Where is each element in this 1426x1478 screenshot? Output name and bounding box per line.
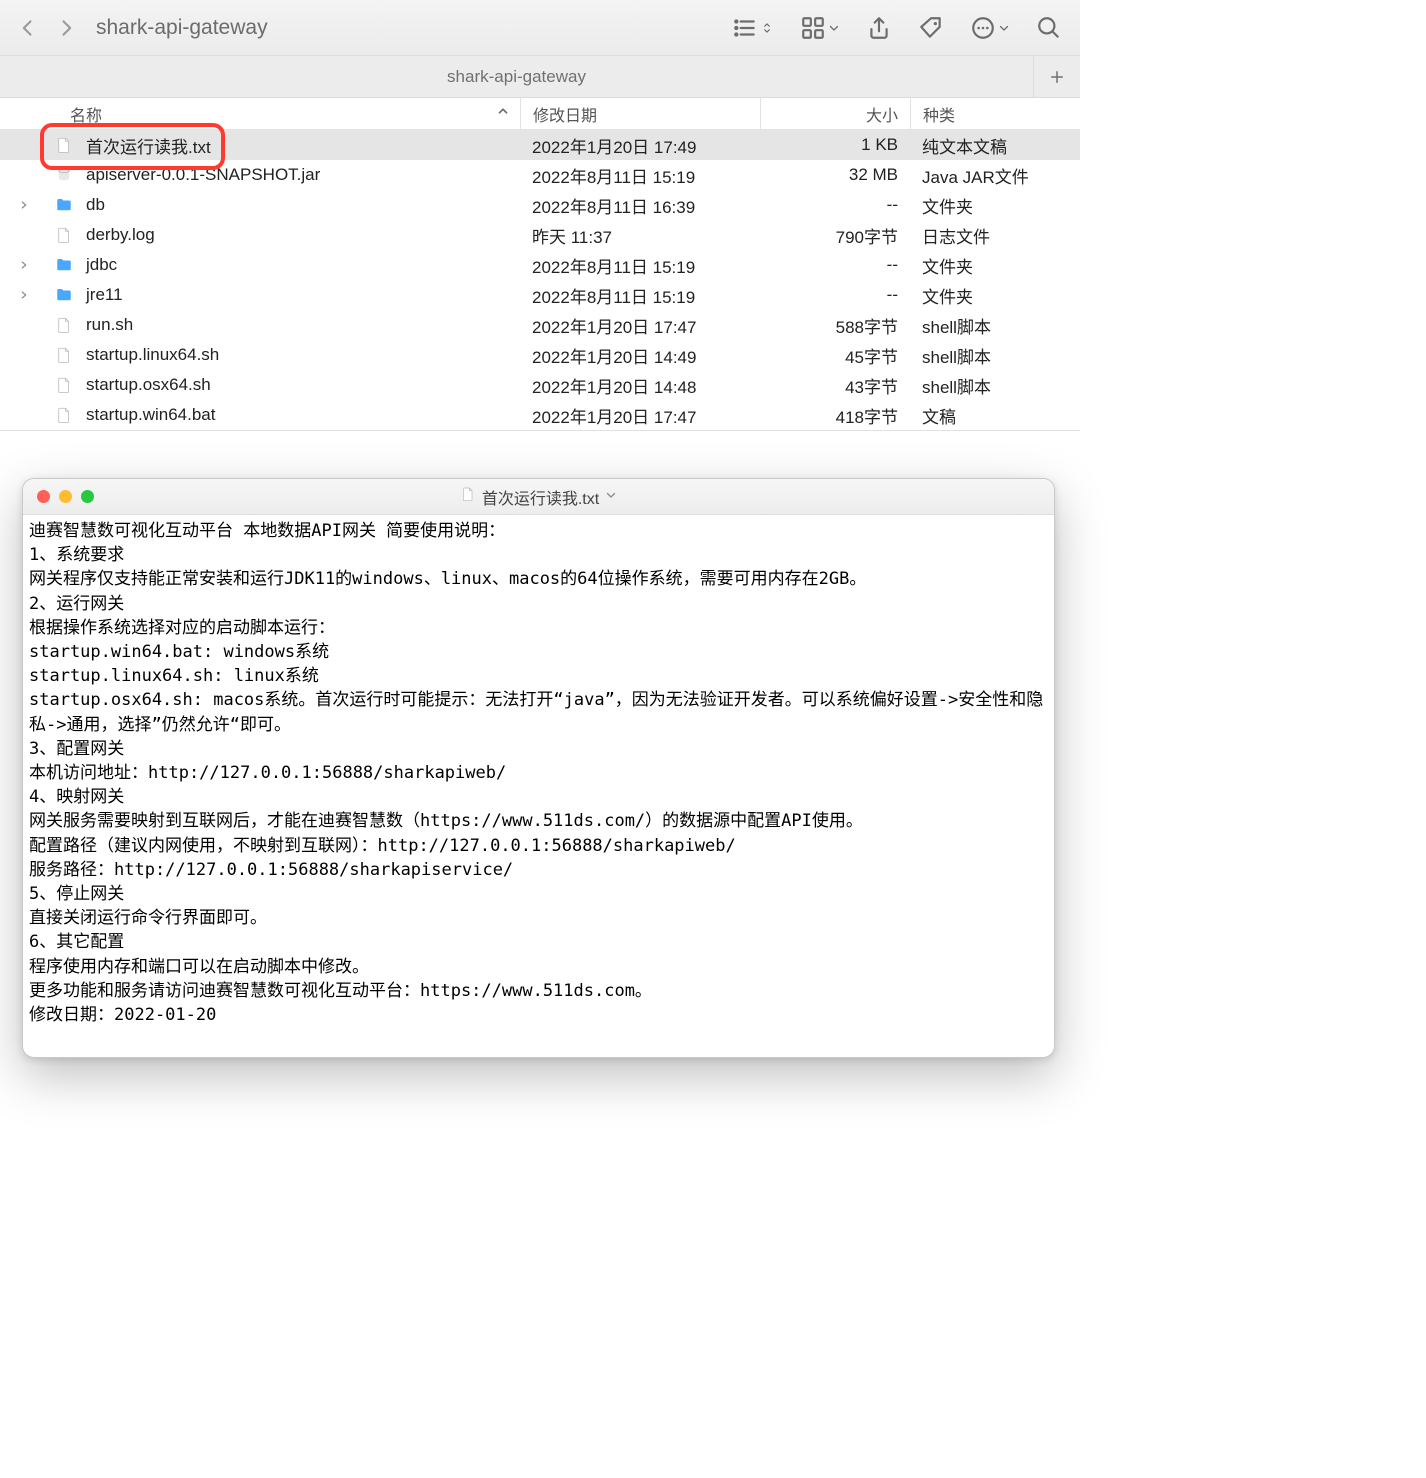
file-kind: shell脚本 xyxy=(910,313,1080,338)
file-date: 2022年1月20日 17:49 xyxy=(520,133,760,158)
file-kind: 纯文本文稿 xyxy=(910,133,1080,158)
file-row[interactable]: startup.linux64.sh 2022年1月20日 14:4945字节sh… xyxy=(0,340,1080,370)
file-date: 2022年8月11日 15:19 xyxy=(520,163,760,188)
file-date: 2022年1月20日 14:49 xyxy=(520,343,760,368)
tab-label: shark-api-gateway xyxy=(447,67,586,87)
document-title: 首次运行读我.txt xyxy=(482,485,599,509)
file-kind: 文件夹 xyxy=(910,283,1080,308)
file-name: apiserver-0.0.1-SNAPSHOT.jar xyxy=(86,165,320,185)
textedit-window: 首次运行读我.txt 迪赛智慧数可视化互动平台 本地数据API网关 简要使用说明… xyxy=(22,478,1055,1058)
file-size: -- xyxy=(760,195,910,215)
file-row[interactable]: db 2022年8月11日 16:39--文件夹 xyxy=(0,190,1080,220)
document-icon xyxy=(460,486,476,507)
back-button[interactable] xyxy=(18,18,38,38)
file-row[interactable]: jre11 2022年8月11日 15:19--文件夹 xyxy=(0,280,1080,310)
bat-icon xyxy=(54,405,74,425)
jar-icon xyxy=(54,165,74,185)
window-minimize-button[interactable] xyxy=(59,490,72,503)
file-list: 首次运行读我.txt2022年1月20日 17:491 KB纯文本文稿apise… xyxy=(0,130,1080,430)
document-body[interactable]: 迪赛智慧数可视化互动平台 本地数据API网关 简要使用说明： 1、系统要求 网关… xyxy=(23,515,1054,1057)
file-kind: Java JAR文件 xyxy=(910,163,1080,188)
group-by-button[interactable] xyxy=(800,15,840,41)
file-date: 2022年8月11日 16:39 xyxy=(520,193,760,218)
disclosure-triangle-icon[interactable] xyxy=(18,260,30,270)
folder-icon xyxy=(54,195,74,215)
finder-window: shark-api-gateway shark-api-gateway 名称 xyxy=(0,0,1080,431)
file-size: 43字节 xyxy=(760,373,910,398)
shell-icon xyxy=(54,345,74,365)
file-kind: 文稿 xyxy=(910,403,1080,428)
file-date: 昨天 11:37 xyxy=(520,223,760,248)
file-date: 2022年8月11日 15:19 xyxy=(520,253,760,278)
column-headers: 名称 修改日期 大小 种类 xyxy=(0,98,1080,130)
file-date: 2022年1月20日 17:47 xyxy=(520,313,760,338)
finder-tabbar: shark-api-gateway xyxy=(0,56,1080,98)
finder-toolbar: shark-api-gateway xyxy=(0,0,1080,56)
file-name: startup.linux64.sh xyxy=(86,345,219,365)
file-row[interactable]: jdbc 2022年8月11日 15:19--文件夹 xyxy=(0,250,1080,280)
shell-icon xyxy=(54,375,74,395)
file-row[interactable]: startup.win64.bat 2022年1月20日 17:47418字节文稿 xyxy=(0,400,1080,430)
file-row[interactable]: apiserver-0.0.1-SNAPSHOT.jar 2022年8月11日 1… xyxy=(0,160,1080,190)
column-header-kind[interactable]: 种类 xyxy=(910,98,1080,129)
file-size: 790字节 xyxy=(760,223,910,248)
file-size: -- xyxy=(760,255,910,275)
file-kind: 文件夹 xyxy=(910,193,1080,218)
sort-indicator-icon xyxy=(496,104,510,123)
tags-button[interactable] xyxy=(918,15,944,41)
disclosure-triangle-icon[interactable] xyxy=(18,290,30,300)
file-size: 588字节 xyxy=(760,313,910,338)
title-menu-chevron-icon xyxy=(605,488,617,506)
file-name: db xyxy=(86,195,105,215)
folder-icon xyxy=(54,285,74,305)
file-size: 1 KB xyxy=(760,135,910,155)
file-name: startup.osx64.sh xyxy=(86,375,211,395)
file-name: 首次运行读我.txt xyxy=(86,133,211,158)
file-name: run.sh xyxy=(86,315,133,335)
file-size: -- xyxy=(760,285,910,305)
file-row[interactable]: run.sh 2022年1月20日 17:47588字节shell脚本 xyxy=(0,310,1080,340)
file-date: 2022年1月20日 17:47 xyxy=(520,403,760,428)
file-name: derby.log xyxy=(86,225,155,245)
disclosure-triangle-icon[interactable] xyxy=(18,200,30,210)
file-name: jdbc xyxy=(86,255,117,275)
file-size: 45字节 xyxy=(760,343,910,368)
window-zoom-button[interactable] xyxy=(81,490,94,503)
file-name: jre11 xyxy=(86,285,123,305)
column-header-size[interactable]: 大小 xyxy=(760,98,910,129)
window-close-button[interactable] xyxy=(37,490,50,503)
file-size: 32 MB xyxy=(760,165,910,185)
folder-icon xyxy=(54,255,74,275)
file-kind: shell脚本 xyxy=(910,373,1080,398)
column-header-name[interactable]: 名称 xyxy=(0,98,520,129)
column-header-date[interactable]: 修改日期 xyxy=(520,98,760,129)
file-row[interactable]: derby.log 昨天 11:37790字节日志文件 xyxy=(0,220,1080,250)
file-size: 418字节 xyxy=(760,403,910,428)
log-icon xyxy=(54,225,74,245)
file-kind: shell脚本 xyxy=(910,343,1080,368)
file-row[interactable]: startup.osx64.sh 2022年1月20日 14:4843字节shel… xyxy=(0,370,1080,400)
txt-icon xyxy=(54,135,74,155)
file-row[interactable]: 首次运行读我.txt 2022年1月20日 17:491 KB纯文本文稿 xyxy=(0,130,1080,160)
window-title: shark-api-gateway xyxy=(96,16,724,40)
forward-button[interactable] xyxy=(56,18,76,38)
file-kind: 文件夹 xyxy=(910,253,1080,278)
textedit-titlebar[interactable]: 首次运行读我.txt xyxy=(23,479,1054,515)
file-kind: 日志文件 xyxy=(910,223,1080,248)
file-date: 2022年8月11日 15:19 xyxy=(520,283,760,308)
more-actions-button[interactable] xyxy=(970,15,1010,41)
shell-icon xyxy=(54,315,74,335)
view-mode-button[interactable] xyxy=(732,15,774,41)
file-date: 2022年1月20日 14:48 xyxy=(520,373,760,398)
search-button[interactable] xyxy=(1036,15,1062,41)
new-tab-button[interactable] xyxy=(1034,56,1080,97)
share-button[interactable] xyxy=(866,15,892,41)
finder-tab[interactable]: shark-api-gateway xyxy=(0,56,1034,97)
file-name: startup.win64.bat xyxy=(86,405,215,425)
